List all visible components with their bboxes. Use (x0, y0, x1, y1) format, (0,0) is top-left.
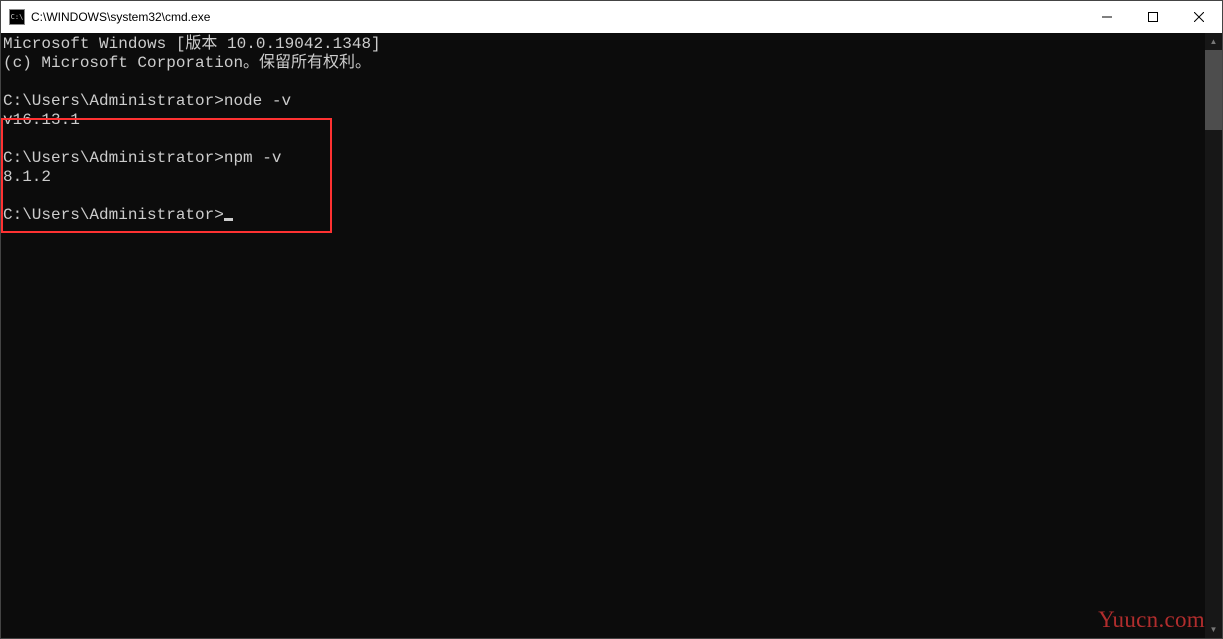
cmd-window: C:\WINDOWS\system32\cmd.exe Microsoft Wi… (0, 0, 1223, 639)
cursor (224, 218, 233, 221)
prompt-1: C:\Users\Administrator> (3, 92, 224, 110)
vertical-scrollbar[interactable]: ▲ ▼ (1205, 33, 1222, 638)
window-controls (1084, 1, 1222, 33)
cmd-icon (9, 9, 25, 25)
command-1: node -v (224, 92, 291, 110)
prompt-3: C:\Users\Administrator> (3, 206, 224, 224)
output-2: 8.1.2 (3, 168, 51, 186)
minimize-icon (1102, 12, 1112, 22)
header-line-2: (c) Microsoft Corporation。保留所有权利。 (3, 54, 371, 72)
terminal-area: Microsoft Windows [版本 10.0.19042.1348] (… (1, 33, 1222, 638)
command-2: npm -v (224, 149, 282, 167)
minimize-button[interactable] (1084, 1, 1130, 33)
maximize-icon (1148, 12, 1158, 22)
prompt-2: C:\Users\Administrator> (3, 149, 224, 167)
output-1: v16.13.1 (3, 111, 80, 129)
header-line-1: Microsoft Windows [版本 10.0.19042.1348] (3, 35, 381, 53)
scroll-up-icon[interactable]: ▲ (1205, 33, 1222, 50)
terminal-output[interactable]: Microsoft Windows [版本 10.0.19042.1348] (… (1, 33, 1205, 638)
close-icon (1194, 12, 1204, 22)
close-button[interactable] (1176, 1, 1222, 33)
titlebar[interactable]: C:\WINDOWS\system32\cmd.exe (1, 1, 1222, 33)
window-title: C:\WINDOWS\system32\cmd.exe (31, 10, 1084, 24)
scrollbar-thumb[interactable] (1205, 50, 1222, 130)
scroll-down-icon[interactable]: ▼ (1205, 621, 1222, 638)
maximize-button[interactable] (1130, 1, 1176, 33)
